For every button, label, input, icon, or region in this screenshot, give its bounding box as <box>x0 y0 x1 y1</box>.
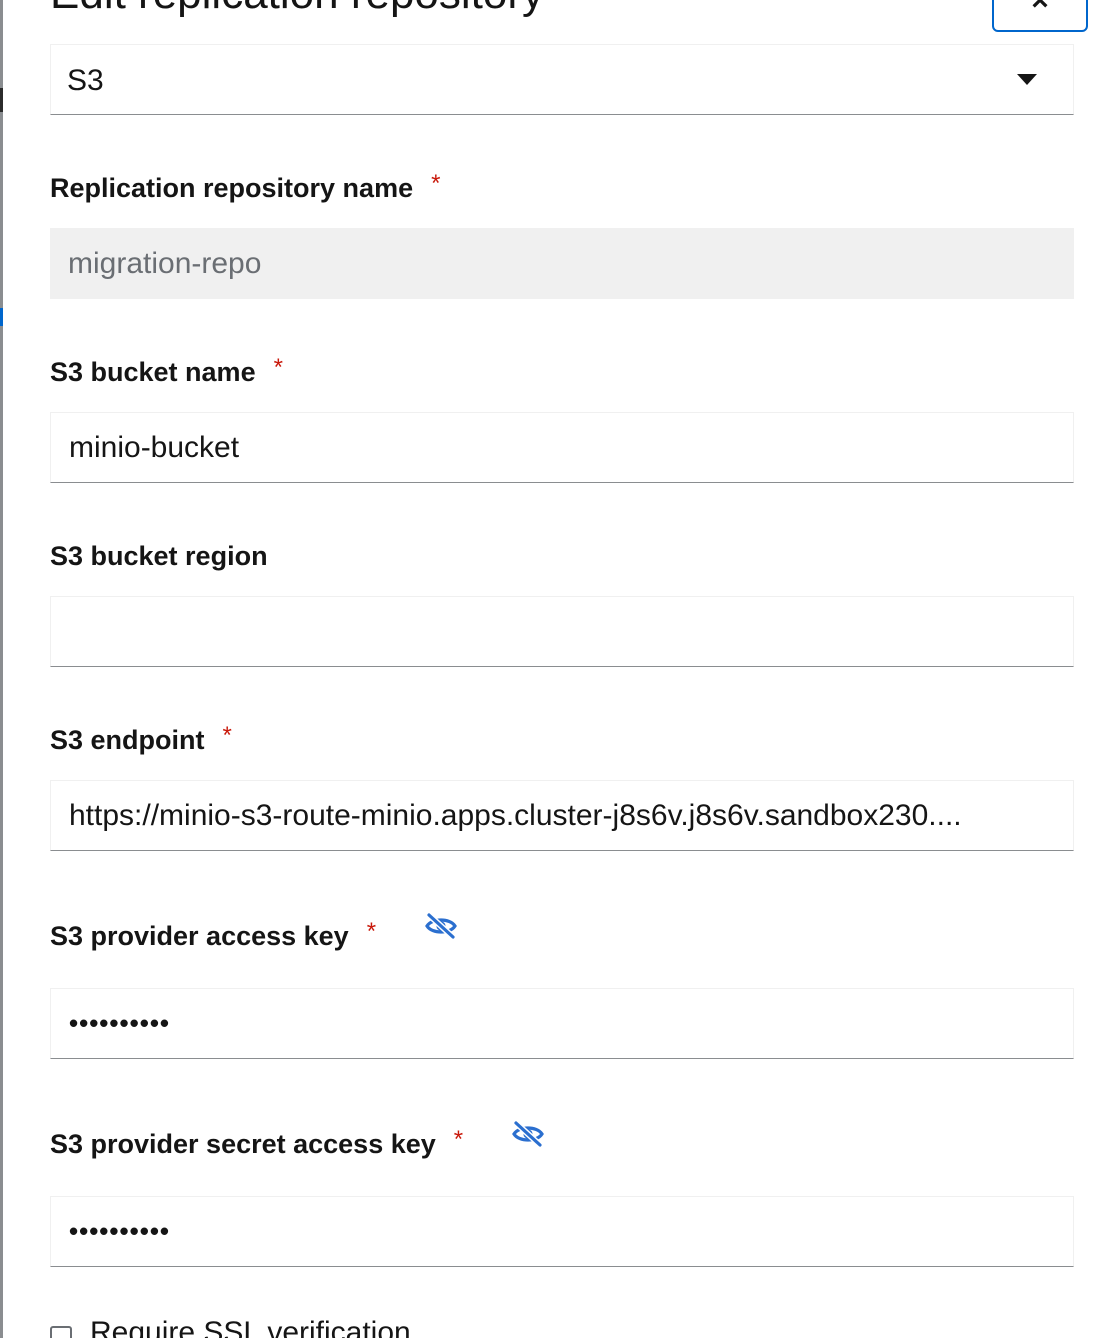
backdrop-edge-mark <box>0 88 3 112</box>
close-button[interactable]: × <box>992 0 1088 32</box>
ssl-verification-row: Require SSL verification <box>50 1318 411 1338</box>
repo-name-label-text: Replication repository name <box>50 173 414 203</box>
edit-replication-repository-modal: Edit replication repository × S3 Replica… <box>0 0 1108 1338</box>
endpoint-input[interactable] <box>50 780 1074 851</box>
bucket-name-label-text: S3 bucket name <box>50 357 256 387</box>
endpoint-label: S3 endpoint * <box>50 722 232 758</box>
required-asterisk: * <box>222 722 232 749</box>
bucket-region-label: S3 bucket region <box>50 540 268 572</box>
ssl-verification-label[interactable]: Require SSL verification <box>90 1318 411 1338</box>
required-asterisk: * <box>453 1126 464 1153</box>
secret-key-label: S3 provider secret access key * <box>50 1121 545 1163</box>
required-asterisk: * <box>366 918 377 945</box>
bucket-name-label: S3 bucket name * <box>50 354 283 390</box>
access-key-label-text: S3 provider access key <box>50 921 349 951</box>
chevron-down-icon <box>1017 74 1037 85</box>
endpoint-label-text: S3 endpoint <box>50 725 205 755</box>
access-key-label: S3 provider access key * <box>50 913 458 955</box>
required-asterisk: * <box>431 170 441 197</box>
eye-slash-icon[interactable] <box>424 912 458 947</box>
required-asterisk: * <box>273 354 283 381</box>
modal-title: Edit replication repository <box>50 0 544 16</box>
repo-name-label: Replication repository name * <box>50 170 441 206</box>
backdrop-edge-mark <box>0 308 3 326</box>
secret-key-input[interactable] <box>50 1196 1074 1267</box>
repo-name-input <box>50 228 1074 299</box>
secret-key-label-text: S3 provider secret access key <box>50 1129 436 1159</box>
close-icon: × <box>1031 0 1049 17</box>
access-key-input[interactable] <box>50 988 1074 1059</box>
bucket-region-label-text: S3 bucket region <box>50 541 268 571</box>
storage-provider-select[interactable]: S3 <box>50 44 1074 115</box>
ssl-verification-checkbox[interactable] <box>50 1326 72 1338</box>
bucket-name-input[interactable] <box>50 412 1074 483</box>
eye-slash-icon[interactable] <box>511 1120 545 1155</box>
storage-provider-value: S3 <box>67 64 104 97</box>
bucket-region-input[interactable] <box>50 596 1074 667</box>
backdrop-edge <box>0 0 3 1338</box>
